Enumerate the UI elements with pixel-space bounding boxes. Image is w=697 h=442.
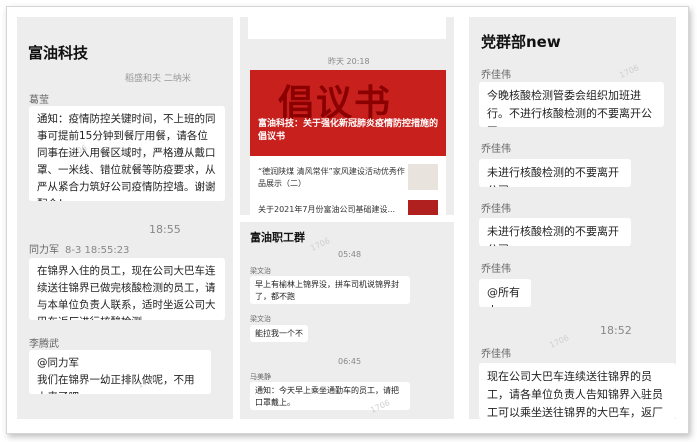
message-sender: 乔佳伟 (481, 70, 511, 81)
news-item[interactable]: “德润陕煤 清风常伴”家风建设活动优秀作品展示（二） (258, 166, 406, 190)
chat-panel-staff-group: 富油职工群 05:48 梁文治 早上有榆林上锦界没，拼车司机说锦界封了，都不跑 … (240, 222, 454, 419)
news-card[interactable]: 倡议书 富油科技：关于强化新冠肺炎疫情防控措施的倡议书 “德润陕煤 清风常伴”家… (250, 70, 446, 215)
message-sender: 同力军 8-3 18:55:23 (29, 241, 129, 256)
chat-panel-party-dept: 党群部new 乔佳伟 今晚核酸检测管委会组织加班进行。不进行核酸检测的不要离开公… (469, 17, 676, 419)
message-sender: 乔佳伟 (481, 264, 511, 275)
message-sender: 乔佳伟 (481, 144, 511, 155)
chat-title: 富油科技 (28, 44, 89, 62)
message-bubble[interactable]: 未进行核酸检测的不要离开公司。 (479, 218, 631, 246)
message-sender: 马美静 (250, 373, 271, 381)
message-bubble[interactable]: 能拉我一个不 (250, 325, 308, 342)
news-banner[interactable]: 倡议书 富油科技：关于强化新冠肺炎疫情防控措施的倡议书 (250, 70, 446, 156)
message-time: 18:55 (149, 223, 181, 236)
message-sender: 梁文治 (250, 315, 271, 323)
message-bubble[interactable]: 通知：疫情防控关键时间，不上班的同事可提前15分钟到餐厅用餐，请各位同事在进入用… (29, 106, 225, 201)
message-bubble[interactable]: 今晚核酸检测管委会组织加班进行。不进行核酸检测的不要离开公司。 (479, 82, 664, 127)
message-bubble[interactable]: 在锦界入住的员工，现在公司大巴车连续送往锦界已做完核酸检测的员工，请与本单位负责… (29, 258, 225, 320)
message-time: 18:52 (600, 324, 632, 337)
watermark: 1706 (548, 333, 571, 350)
partial-message: 稻盛和夫 二纳米 (125, 74, 191, 84)
message-sender: 梁文治 (250, 267, 271, 275)
sender-name: 同力军 (29, 245, 59, 256)
chat-title: 富油职工群 (250, 231, 305, 244)
message-bubble[interactable]: @同力军 我们在锦界一幼正排队做呢，不用上来了吧 (29, 350, 211, 394)
message-time: 06:45 (338, 357, 362, 366)
watermark: 1706 (309, 236, 332, 253)
chat-panel-fuyou-tech: 富油科技 稻盛和夫 二纳米 葛莹 通知：疫情防控关键时间，不上班的同事可提前15… (17, 17, 233, 419)
news-thumbnail (408, 200, 438, 215)
message-bubble[interactable]: 现在公司大巴车连续送往锦界的员工，请各单位负责人告知锦界入驻员工可以乘坐送往锦界… (479, 363, 676, 419)
news-item[interactable]: 关于2021年7月份富油公司基础建设... (258, 204, 406, 215)
message-bubble[interactable]: @所有人 (479, 279, 531, 307)
message-time: 昨天 20:18 (328, 57, 370, 66)
previous-card (248, 17, 446, 39)
message-bubble[interactable]: 早上有榆林上锦界没，拼车司机说锦界封了，都不跑 (250, 276, 410, 304)
chat-title: 党群部new (481, 33, 561, 51)
message-sender: 李腾武 (29, 339, 59, 350)
message-sender: 乔佳伟 (481, 204, 511, 215)
banner-caption: 富油科技：关于强化新冠肺炎疫情防控措施的倡议书 (258, 119, 439, 142)
message-timestamp: 8-3 18:55:23 (65, 245, 130, 256)
message-bubble[interactable]: 未进行核酸检测的不要离开公司。 (479, 159, 631, 187)
news-thumbnail (408, 164, 438, 190)
message-sender: 葛莹 (29, 95, 49, 106)
message-time: 05:48 (338, 250, 362, 259)
chat-panel-news: 昨天 20:18 倡议书 富油科技：关于强化新冠肺炎疫情防控措施的倡议书 “德润… (240, 17, 454, 215)
message-sender: 乔佳伟 (481, 349, 511, 360)
watermark: 1706 (618, 63, 641, 80)
